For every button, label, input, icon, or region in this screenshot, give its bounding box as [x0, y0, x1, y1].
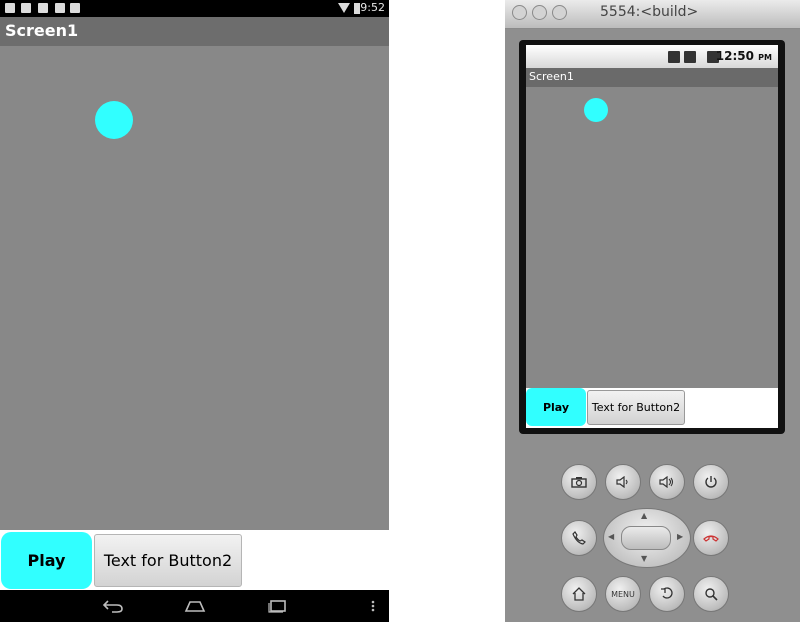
ball-sprite[interactable]: [95, 101, 133, 139]
search-hw-icon[interactable]: [693, 576, 729, 612]
title-bar: Screen1: [0, 17, 389, 46]
screen-title: Screen1: [5, 21, 79, 40]
window-title: 5554:<build>: [600, 4, 699, 20]
back-icon[interactable]: [93, 590, 133, 622]
volume-down-icon[interactable]: [605, 464, 641, 500]
call-icon[interactable]: [561, 520, 597, 556]
status-time: 9:52: [360, 1, 385, 14]
emulator-screen-title: Screen1: [529, 70, 574, 83]
drawing-canvas[interactable]: [0, 46, 389, 530]
download-notification-icon: [38, 3, 48, 13]
emulator-button2[interactable]: Text for Button2: [587, 390, 685, 425]
home-icon[interactable]: [175, 590, 215, 622]
emulator-canvas[interactable]: [526, 87, 778, 388]
emulator-status-time: 12:50 PM: [715, 49, 772, 63]
emulator-play-button[interactable]: Play: [526, 388, 586, 426]
dpad-center-button[interactable]: [621, 526, 671, 550]
emulator-ball-sprite[interactable]: [584, 98, 608, 122]
end-call-icon[interactable]: [693, 520, 729, 556]
close-window-icon[interactable]: [512, 5, 527, 20]
window-titlebar: 5554:<build>: [505, 0, 800, 29]
signal-icon: [684, 51, 696, 63]
battery-icon: [354, 3, 360, 14]
minimize-window-icon[interactable]: [532, 5, 547, 20]
wifi-icon: [338, 3, 350, 13]
emulator-window: 5554:<build> 12:50 PM Screen1 Play Text …: [505, 0, 800, 622]
emulator-title-bar: Screen1: [526, 68, 778, 87]
back-hw-icon[interactable]: [649, 576, 685, 612]
camera-notification-icon: [55, 3, 65, 13]
status-bar: 9:52: [0, 0, 389, 17]
email-notification-icon: [21, 3, 31, 13]
menu-hw-button[interactable]: MENU: [605, 576, 641, 612]
android-notification-icon: [70, 3, 80, 13]
device-screen: 9:52 Screen1 Play Text for Button2: [0, 0, 389, 622]
dpad-up-icon[interactable]: ▲: [641, 511, 647, 520]
button2[interactable]: Text for Button2: [94, 534, 242, 587]
dpad-left-icon[interactable]: ◀: [608, 532, 614, 541]
image-notification-icon: [5, 3, 15, 13]
play-button[interactable]: Play: [1, 532, 92, 589]
navigation-bar: [0, 590, 389, 622]
zoom-window-icon[interactable]: [552, 5, 567, 20]
power-icon[interactable]: [693, 464, 729, 500]
emulator-status-bar: 12:50 PM: [526, 45, 778, 68]
recents-icon[interactable]: [258, 590, 298, 622]
dpad-down-icon[interactable]: ▼: [641, 554, 647, 563]
emulator-button-row: Play Text for Button2: [526, 388, 778, 428]
volume-up-icon[interactable]: [649, 464, 685, 500]
overflow-menu-icon[interactable]: [353, 590, 393, 622]
home-hw-icon[interactable]: [561, 576, 597, 612]
camera-hw-icon[interactable]: [561, 464, 597, 500]
dpad-right-icon[interactable]: ▶: [677, 532, 683, 541]
3g-icon: [668, 51, 680, 63]
